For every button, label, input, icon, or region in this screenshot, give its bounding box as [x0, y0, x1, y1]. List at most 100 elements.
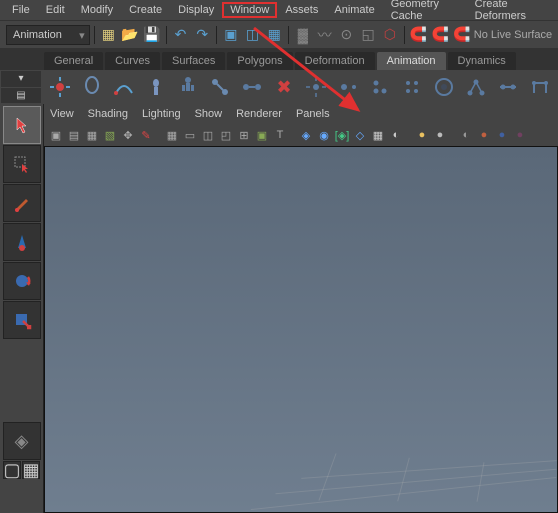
pole-vector-icon[interactable]	[462, 73, 490, 101]
grease-pencil-icon[interactable]: ✎	[138, 127, 154, 143]
bind-skin-icon[interactable]	[238, 73, 266, 101]
gate-mask-icon[interactable]: ◰	[218, 127, 234, 143]
2d-pan-icon[interactable]: ✥	[120, 127, 136, 143]
view-transform-icon[interactable]: ●	[494, 127, 510, 143]
panel-toolbar: ▣ ▤ ▦ ▧ ✥ ✎ ▦ ▭ ◫ ◰ ⊞ ▣ T ◈ ◉ [◈] ◇ ▦ ◐ …	[44, 124, 558, 146]
menu-create[interactable]: Create	[121, 2, 170, 18]
menu-window[interactable]: Window	[222, 2, 277, 18]
camera-select-icon[interactable]: ▣	[48, 127, 64, 143]
snap-curve-icon[interactable]: 〰	[315, 24, 335, 46]
use-lights-icon[interactable]: ▦	[370, 127, 386, 143]
grid-icon[interactable]: ▦	[164, 127, 180, 143]
textured-icon[interactable]: ◇	[352, 127, 368, 143]
shelf-tab-dynamics[interactable]: Dynamics	[448, 52, 516, 70]
bookmark-icon[interactable]: ▦	[84, 127, 100, 143]
bg-color-icon[interactable]: ●	[512, 127, 528, 143]
panel-menu-panels[interactable]: Panels	[296, 108, 330, 120]
humanik-icon[interactable]	[174, 73, 202, 101]
menu-file[interactable]: File	[4, 2, 38, 18]
redo-icon[interactable]: ↷	[192, 24, 212, 46]
menu-create-deformers[interactable]: Create Deformers	[467, 0, 554, 24]
shelf-edit-icon[interactable]: ▤	[1, 88, 41, 104]
orient-constraint-icon[interactable]	[366, 73, 394, 101]
ik-handle-icon[interactable]	[142, 73, 170, 101]
xray-icon[interactable]: ●	[432, 127, 448, 143]
constraint-icon[interactable]: ✖	[270, 73, 298, 101]
select-by-hierarchy-icon[interactable]: ▣	[221, 24, 241, 46]
menu-display[interactable]: Display	[170, 2, 222, 18]
make-live-icon[interactable]: ⬡	[380, 24, 400, 46]
parent-constraint-icon[interactable]	[430, 73, 458, 101]
point-constraint-icon[interactable]	[302, 73, 330, 101]
ipr-render-icon[interactable]: 🧲	[430, 24, 450, 46]
select-by-object-icon[interactable]: ◫	[243, 24, 263, 46]
perspective-viewport[interactable]	[44, 146, 558, 513]
snap-plane-icon[interactable]: ◱	[358, 24, 378, 46]
scale-tool[interactable]	[3, 301, 41, 339]
camera-attr-icon[interactable]: ▤	[66, 127, 82, 143]
menu-edit[interactable]: Edit	[38, 2, 73, 18]
shelf-tab-deformation[interactable]: Deformation	[295, 52, 375, 70]
exposure-icon[interactable]: ◐	[458, 127, 474, 143]
viewport-panel: View Shading Lighting Show Renderer Pane…	[44, 104, 558, 513]
shelf-controls: ▾ ▤	[0, 70, 42, 104]
scale-constraint-icon[interactable]	[398, 73, 426, 101]
snap-point-icon[interactable]: ⊙	[337, 24, 357, 46]
separator	[216, 26, 217, 44]
undo-icon[interactable]: ↶	[171, 24, 191, 46]
move-tool[interactable]	[3, 223, 41, 261]
select-tool[interactable]	[3, 106, 41, 144]
rotate-tool[interactable]	[3, 262, 41, 300]
safe-action-icon[interactable]: ▣	[254, 127, 270, 143]
film-gate-icon[interactable]: ▭	[182, 127, 198, 143]
select-by-component-icon[interactable]: ▦	[264, 24, 284, 46]
wireframe-icon[interactable]: ◈	[298, 127, 314, 143]
main-menubar: File Edit Modify Create Display Window A…	[0, 0, 558, 20]
save-scene-icon[interactable]: 💾	[142, 24, 162, 46]
panel-menubar: View Shading Lighting Show Renderer Pane…	[44, 104, 558, 124]
shelf-tab-curves[interactable]: Curves	[105, 52, 160, 70]
shelf-tab-polygons[interactable]: Polygons	[227, 52, 292, 70]
show-manip-tool[interactable]: ◈	[3, 422, 41, 460]
mode-selector[interactable]: Animation	[6, 25, 90, 45]
menu-animate[interactable]: Animate	[326, 2, 382, 18]
cluster-icon[interactable]	[526, 73, 554, 101]
paint-select-tool[interactable]	[3, 184, 41, 222]
panel-menu-shading[interactable]: Shading	[88, 108, 128, 120]
new-scene-icon[interactable]: ▦	[98, 24, 118, 46]
motion-path-icon[interactable]	[110, 73, 138, 101]
joint-tool-icon[interactable]	[206, 73, 234, 101]
menu-geometry-cache[interactable]: Geometry Cache	[383, 0, 467, 24]
blend-shape-icon[interactable]	[494, 73, 522, 101]
set-key-icon[interactable]	[46, 73, 74, 101]
ghost-icon[interactable]	[78, 73, 106, 101]
render-icon[interactable]: 🧲	[409, 24, 429, 46]
aim-constraint-icon[interactable]	[334, 73, 362, 101]
shelf-tab-general[interactable]: General	[44, 52, 103, 70]
four-pane-icon[interactable]: ▦	[22, 461, 40, 479]
shelf-menu-icon[interactable]: ▾	[1, 71, 41, 87]
menu-assets[interactable]: Assets	[277, 2, 326, 18]
shaded-icon[interactable]: ◉	[316, 127, 332, 143]
open-scene-icon[interactable]: 📂	[120, 24, 140, 46]
lasso-tool[interactable]	[3, 145, 41, 183]
shelf-tab-animation[interactable]: Animation	[377, 52, 446, 70]
ipr-render-icon[interactable]: 🧲	[452, 24, 472, 46]
panel-menu-view[interactable]: View	[50, 108, 74, 120]
shelf-tab-surfaces[interactable]: Surfaces	[162, 52, 225, 70]
gamma-icon[interactable]: ●	[476, 127, 492, 143]
snap-grid-icon[interactable]: ▓	[293, 24, 313, 46]
field-chart-icon[interactable]: ⊞	[236, 127, 252, 143]
isolate-icon[interactable]: ●	[414, 127, 430, 143]
live-surface-label: No Live Surface	[474, 29, 552, 41]
panel-menu-show[interactable]: Show	[195, 108, 223, 120]
image-plane-icon[interactable]: ▧	[102, 127, 118, 143]
single-pane-icon[interactable]: ▢	[3, 461, 21, 479]
resolution-gate-icon[interactable]: ◫	[200, 127, 216, 143]
panel-menu-renderer[interactable]: Renderer	[236, 108, 282, 120]
safe-title-icon[interactable]: T	[272, 127, 288, 143]
menu-modify[interactable]: Modify	[73, 2, 121, 18]
panel-menu-lighting[interactable]: Lighting	[142, 108, 181, 120]
shadows-icon[interactable]: ◐	[388, 127, 404, 143]
wire-on-shaded-icon[interactable]: [◈]	[334, 127, 350, 143]
